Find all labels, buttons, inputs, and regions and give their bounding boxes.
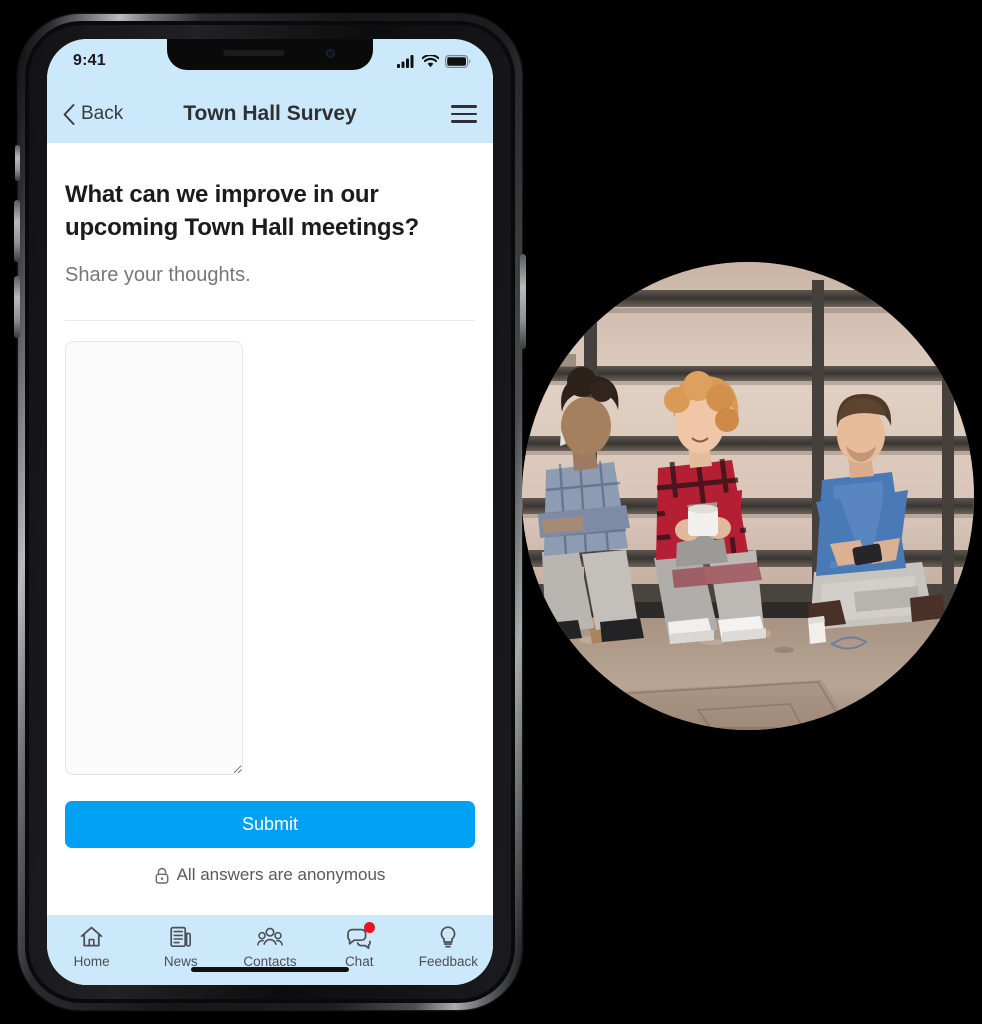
tab-label: Chat xyxy=(344,954,374,969)
bottom-tab-bar: Home News Contacts Chat Feedback xyxy=(47,915,493,985)
tab-chat[interactable]: Chat xyxy=(315,922,404,969)
anonymous-notice-label: All answers are anonymous xyxy=(176,865,386,885)
screenshot-stage: 9:41 Back Town Hall Survey What can we i… xyxy=(0,0,982,1024)
power-button[interactable] xyxy=(520,254,526,349)
chat-notification-badge xyxy=(364,922,376,933)
home-indicator[interactable] xyxy=(191,967,349,972)
lightbulb-icon xyxy=(435,924,461,950)
news-icon xyxy=(168,924,194,950)
silent-switch-button[interactable] xyxy=(15,145,20,181)
chat-icon xyxy=(346,922,376,950)
hamburger-line xyxy=(451,105,477,108)
tab-home[interactable]: Home xyxy=(47,924,136,969)
tab-feedback[interactable]: Feedback xyxy=(404,924,493,969)
survey-subtitle: Share your thoughts. xyxy=(65,264,251,287)
phone-notch xyxy=(167,39,373,70)
lock-icon xyxy=(155,867,168,884)
submit-button[interactable]: Submit xyxy=(65,801,475,849)
back-button-label: Back xyxy=(81,103,124,124)
signal-bars-icon xyxy=(397,54,414,68)
hamburger-line xyxy=(451,112,477,116)
volume-up-button[interactable] xyxy=(14,200,20,262)
tab-contacts[interactable]: Contacts xyxy=(225,924,314,969)
earpiece-speaker-icon xyxy=(223,50,285,56)
contacts-icon xyxy=(257,924,283,950)
phone-mockup: 9:41 Back Town Hall Survey What can we i… xyxy=(14,14,526,1010)
tab-label: Feedback xyxy=(418,954,479,969)
hamburger-menu-icon[interactable] xyxy=(451,105,477,123)
wifi-icon xyxy=(422,54,439,67)
photo-ellipse xyxy=(522,262,974,730)
anonymous-notice: All answers are anonymous xyxy=(65,865,475,885)
hamburger-line xyxy=(451,120,477,123)
survey-question: What can we improve in our upcoming Town… xyxy=(65,181,419,241)
phone-screen: 9:41 Back Town Hall Survey What can we i… xyxy=(47,39,493,985)
back-button[interactable]: Back xyxy=(63,103,123,125)
chevron-left-icon xyxy=(63,103,75,125)
battery-icon xyxy=(445,54,471,68)
answer-textarea[interactable] xyxy=(65,341,243,776)
tab-label: Home xyxy=(73,954,110,969)
tab-news[interactable]: News xyxy=(136,924,225,969)
home-icon xyxy=(79,924,105,950)
front-camera-icon xyxy=(326,49,335,58)
survey-content: What can we improve in our upcoming Town… xyxy=(47,143,493,915)
status-time: 9:41 xyxy=(73,52,106,69)
section-divider xyxy=(65,320,475,322)
workers-photo xyxy=(522,262,974,730)
volume-down-button[interactable] xyxy=(14,276,20,338)
status-icons xyxy=(397,54,471,68)
nav-bar: Back Town Hall Survey xyxy=(47,85,493,143)
